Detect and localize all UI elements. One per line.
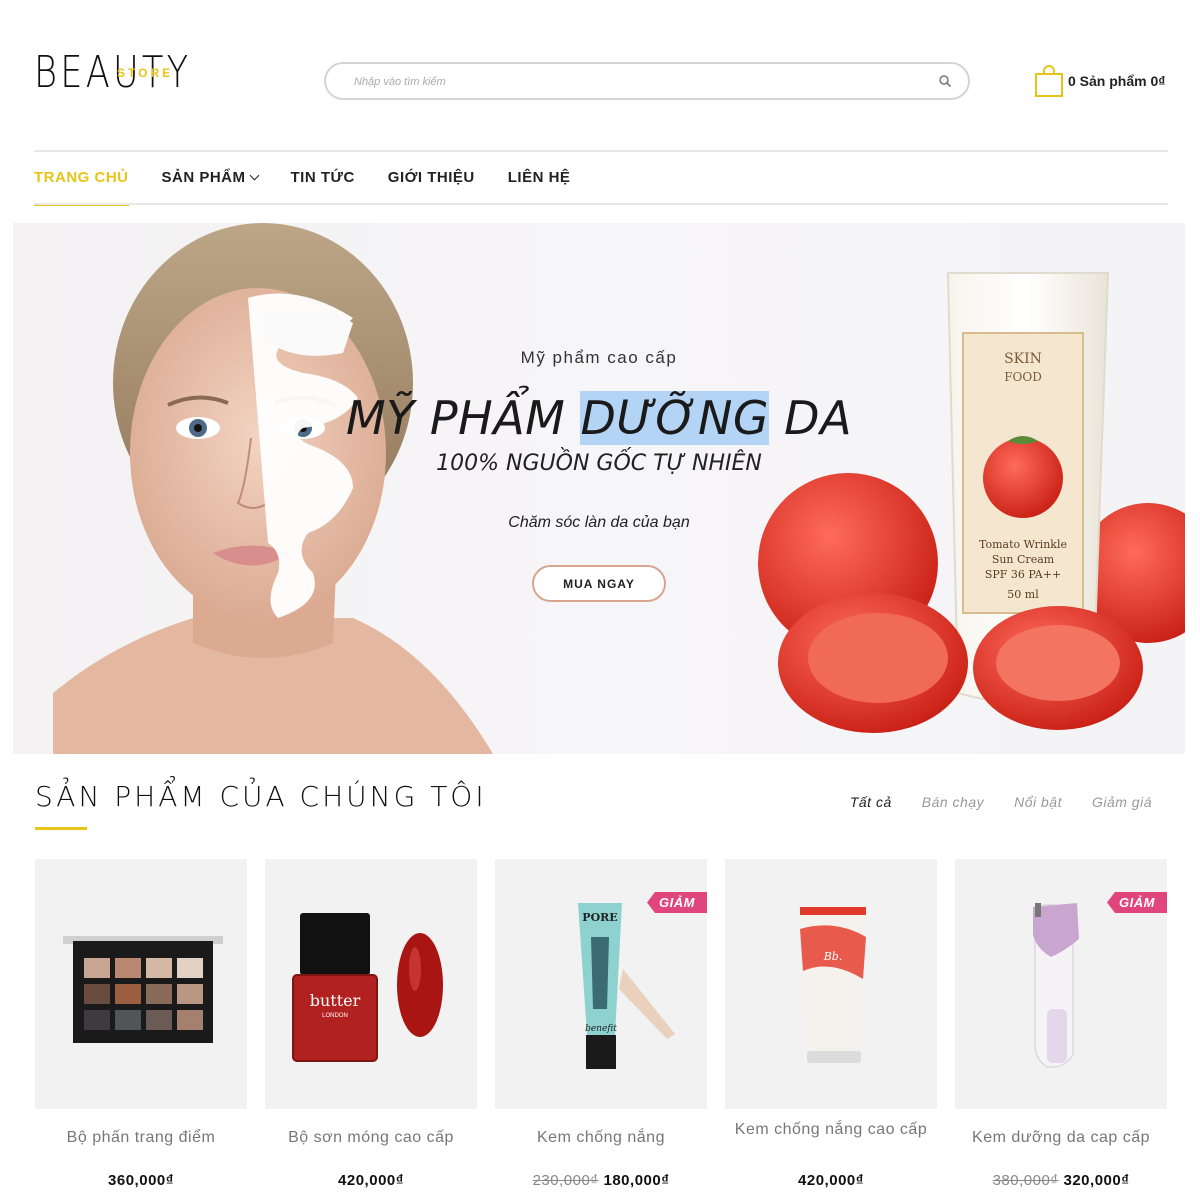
product-card[interactable]: butter LONDON Bộ sơn móng cao cấp 420,00… (265, 859, 477, 1199)
product-image[interactable]: PORE benefit GIẢM (495, 859, 707, 1109)
old-price: 230,000₫ (532, 1172, 599, 1189)
product-price: 360,000₫ (35, 1172, 247, 1189)
product-card[interactable]: Bộ phấn trang điểm 360,000₫ (35, 859, 247, 1199)
search-bar (324, 62, 970, 100)
search-icon[interactable] (938, 74, 952, 88)
tab-all[interactable]: Tất cả (850, 794, 892, 810)
tab-on-sale[interactable]: Giảm giá (1092, 794, 1152, 810)
product-card[interactable]: GIẢM Kem dưỡng da cap cấp 380,000₫ 320,00… (955, 859, 1167, 1199)
polish-brand-sub: LONDON (322, 1013, 348, 1019)
product-card[interactable]: Bb. Kem chống nắng cao cấp 420,000₫ (725, 859, 937, 1199)
nav-label: GIỚI THIỆU (387, 169, 475, 186)
nav-item-products[interactable]: SẢN PHẨM (161, 152, 259, 204)
sunscreen-brand: Bb. (823, 950, 843, 963)
nav-label: TIN TỨC (290, 169, 355, 186)
tab-featured[interactable]: Nổi bật (1014, 794, 1062, 810)
banner-title-part1: MỸ PHẨM (345, 391, 566, 445)
product-image[interactable]: Bb. (725, 859, 937, 1109)
old-price: 380,000₫ (992, 1172, 1059, 1189)
nav-divider-bottom (34, 203, 1168, 205)
chevron-down-icon (249, 170, 259, 181)
tube-brand-line: SKIN (1004, 351, 1042, 367)
primer-brand: PORE (582, 911, 617, 924)
tube-label-line: Tomato Wrinkle (979, 538, 1067, 551)
current-price: 420,000₫ (338, 1172, 404, 1189)
tab-best-selling[interactable]: Bán chạy (922, 794, 984, 810)
tube-brand-line: FOOD (1004, 370, 1042, 384)
current-price: 180,000₫ (603, 1172, 670, 1189)
hero-banner: Mỹ phẩm cao cấp MỸ PHẨM DƯỠNG DA 100% NG… (13, 223, 1185, 754)
sunscreen-tube-image: Bb. (800, 907, 866, 1063)
nav-item-news[interactable]: TIN TỨC (291, 152, 355, 204)
buy-now-button[interactable]: MUA NGAY (532, 565, 666, 602)
nav-item-contact[interactable]: LIÊN HỆ (508, 152, 571, 204)
sale-badge: GIẢM (1107, 892, 1167, 913)
nav-item-about[interactable]: GIỚI THIỆU (388, 152, 475, 204)
product-price: 230,000₫ 180,000₫ (495, 1172, 707, 1189)
nav-label: TRANG CHỦ (34, 169, 129, 186)
main-nav: TRANG CHỦ SẢN PHẨM TIN TỨC GIỚI THIỆU LI… (34, 152, 603, 206)
section-title-underline (35, 827, 87, 830)
nav-label: LIÊN HỆ (507, 169, 571, 186)
nail-polish-image: butter LONDON (292, 913, 443, 1062)
product-image[interactable]: butter LONDON (265, 859, 477, 1109)
search-input[interactable] (354, 72, 914, 92)
product-name[interactable]: Kem chống nắng (495, 1129, 707, 1146)
nav-label: SẢN PHẨM (161, 169, 246, 186)
product-name[interactable]: Kem chống nắng cao cấp (725, 1121, 937, 1138)
polish-brand: butter (310, 991, 361, 1010)
nav-item-home[interactable]: TRANG CHỦ (34, 152, 129, 206)
product-filter-tabs: Tất cả Bán chạy Nổi bật Giảm giá (820, 794, 1152, 810)
product-name[interactable]: Kem dưỡng da cap cấp (955, 1129, 1167, 1146)
product-price: 420,000₫ (265, 1172, 477, 1189)
logo-subtitle: STORE (117, 66, 174, 80)
product-price: 380,000₫ 320,000₫ (955, 1172, 1167, 1189)
store-logo[interactable]: BEAUTY STORE (34, 48, 188, 98)
product-name[interactable]: Bộ phấn trang điểm (35, 1129, 247, 1146)
banner-title-highlight: DƯỠNG (580, 391, 770, 445)
current-price: 320,000₫ (1063, 1172, 1130, 1189)
cart-summary: 0 Sản phẩm 0₫ (1068, 73, 1166, 89)
section-title: SẢN PHẨM CỦA CHÚNG TÔI (35, 780, 487, 813)
product-image[interactable] (35, 859, 247, 1109)
shopping-bag-icon (1035, 65, 1063, 97)
tube-label-line: Sun Cream (992, 553, 1055, 566)
product-name[interactable]: Bộ sơn móng cao cấp (265, 1129, 477, 1146)
current-price: 420,000₫ (798, 1172, 864, 1189)
tube-label-line: SPF 36 PA++ (985, 568, 1061, 581)
tomato-sun-cream-image: SKIN FOOD Tomato Wrinkle Sun Cream SPF 3… (758, 272, 1185, 733)
product-image[interactable]: GIẢM (955, 859, 1167, 1109)
product-price: 420,000₫ (725, 1172, 937, 1189)
model-face-image (53, 223, 493, 754)
tube-label-line: 50 ml (1007, 588, 1039, 601)
sale-badge: GIẢM (647, 892, 707, 913)
cart-button[interactable]: 0 Sản phẩm 0₫ (1034, 64, 1165, 98)
primer-brand-sub: benefit (585, 1024, 617, 1034)
product-card[interactable]: PORE benefit GIẢM Kem chống nắng 230,000… (495, 859, 707, 1199)
current-price: 360,000₫ (108, 1172, 174, 1189)
eyeshadow-palette-image (63, 936, 223, 1043)
